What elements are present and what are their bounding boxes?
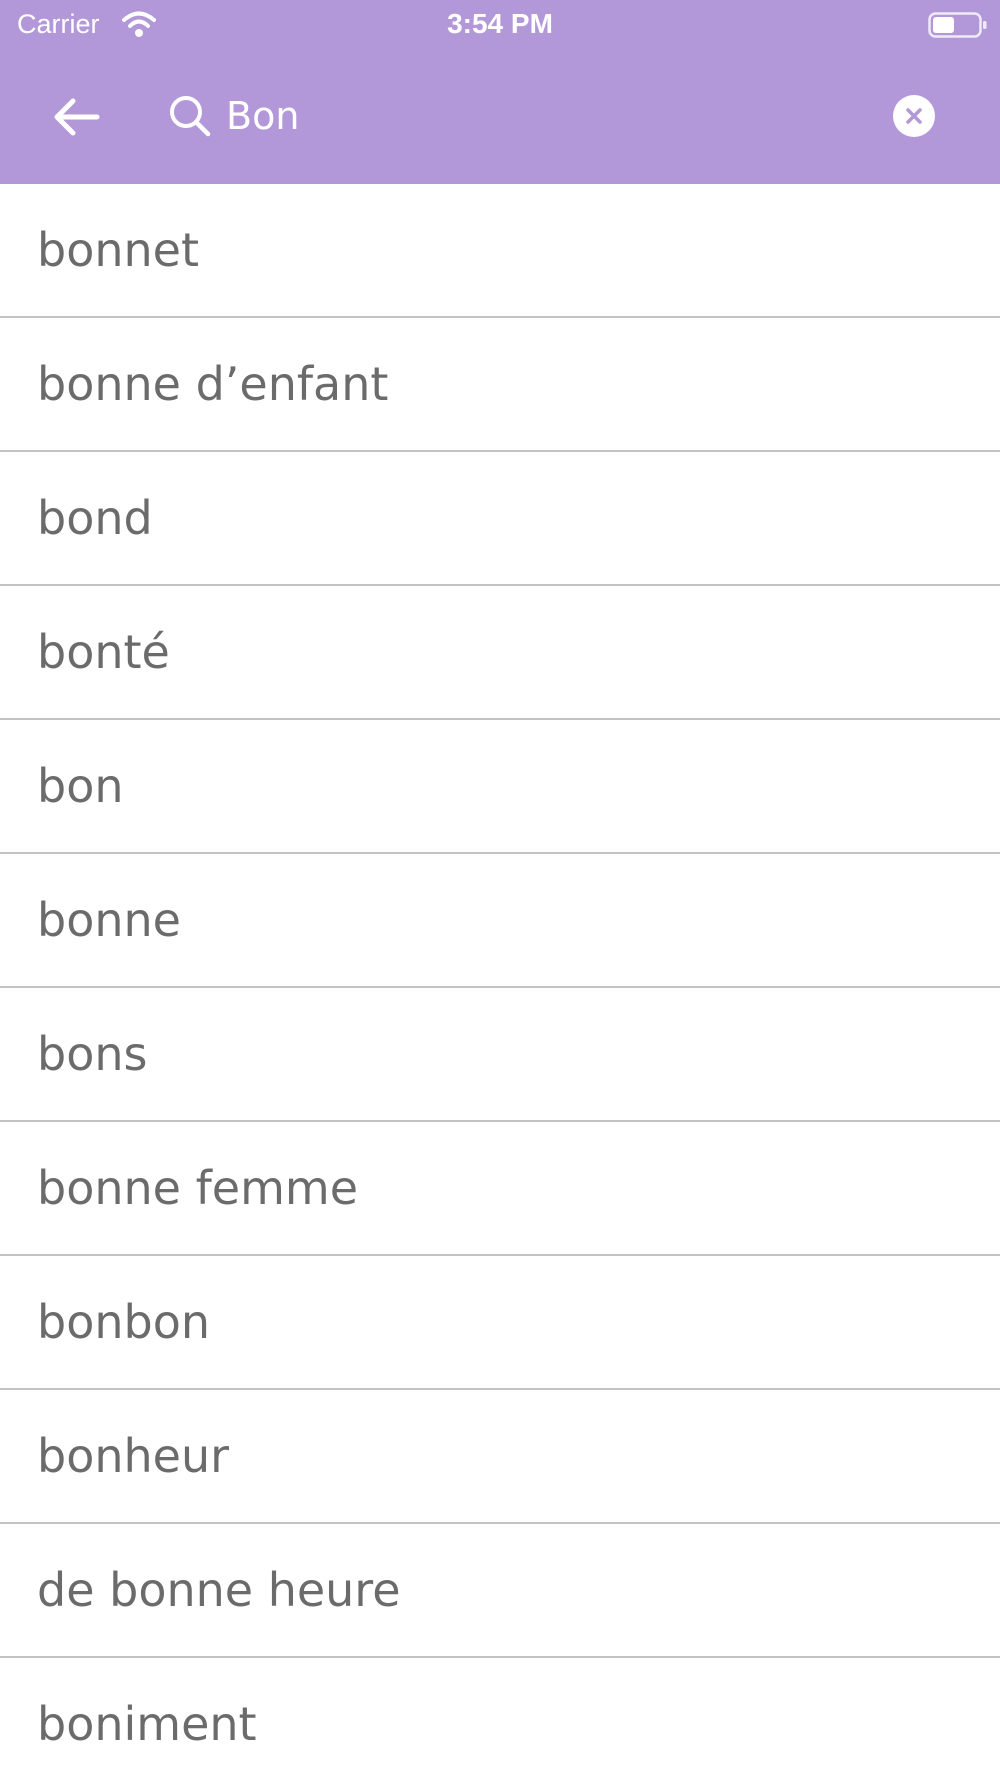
app-screen: Carrier 3:54 PM Bon bonnet bonne d’enfan…: [0, 0, 1000, 1778]
result-item[interactable]: bonheur: [0, 1390, 1000, 1524]
result-item[interactable]: bond: [0, 452, 1000, 586]
result-item[interactable]: bonnet: [0, 184, 1000, 318]
search-icon: [170, 96, 211, 137]
search-input[interactable]: [226, 88, 866, 144]
search-bar: [0, 52, 1000, 184]
back-arrow-icon: [54, 98, 100, 136]
battery-icon: [928, 12, 987, 38]
status-bar: Carrier 3:54 PM: [0, 0, 1000, 52]
result-item[interactable]: bonbon: [0, 1256, 1000, 1390]
clear-icon: [906, 108, 922, 124]
result-item[interactable]: bonté: [0, 586, 1000, 720]
result-item[interactable]: bons: [0, 988, 1000, 1122]
result-item[interactable]: bonne femme: [0, 1122, 1000, 1256]
clock: 3:54 PM: [447, 8, 553, 39]
result-item[interactable]: bonne d’enfant: [0, 318, 1000, 452]
result-item[interactable]: bon: [0, 720, 1000, 854]
result-item[interactable]: de bonne heure: [0, 1524, 1000, 1658]
clear-search-button[interactable]: [893, 95, 935, 137]
result-item[interactable]: bonne: [0, 854, 1000, 988]
header: Carrier 3:54 PM: [0, 0, 1000, 184]
search-results-list: bonnet bonne d’enfant bond bonté bon bon…: [0, 184, 1000, 1778]
back-button[interactable]: [44, 91, 108, 143]
result-item[interactable]: boniment: [0, 1658, 1000, 1778]
